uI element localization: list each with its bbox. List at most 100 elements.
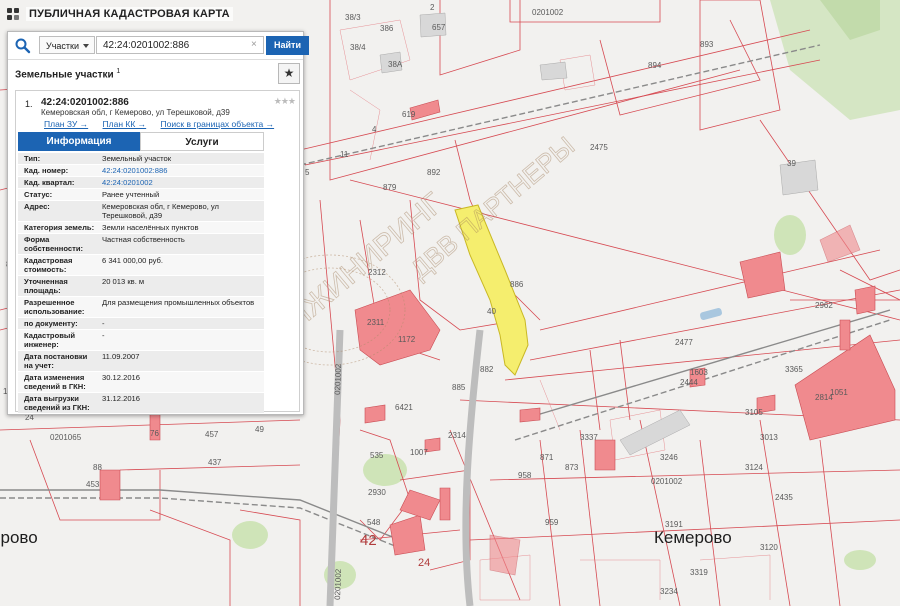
parcel-number-label: 2312 — [368, 268, 386, 277]
parcel-number-label: 2477 — [675, 338, 693, 347]
info-row: Кадастровая стоимость: 6 341 000,00 руб. — [18, 255, 264, 276]
parcel-number-label: 882 — [480, 365, 494, 374]
info-row-key: Кад. номер: — [24, 166, 69, 175]
parcel-number-label: 386 — [380, 24, 394, 33]
info-row-value: - — [102, 319, 105, 328]
info-row: Дата постановки на учет: 11.09.2007 — [18, 351, 264, 372]
info-row-value: Кемеровская обл, г Кемерово, ул Терешков… — [102, 202, 219, 220]
info-row-value[interactable]: 42:24:0201002 — [100, 177, 264, 188]
result-address: Кемеровская обл, г Кемерово, ул Терешков… — [41, 108, 230, 117]
info-row-key: Дата изменения сведений в ГКН: — [24, 373, 86, 391]
info-row-key: Кадастровый инженер: — [24, 331, 76, 349]
parcel-number-label: 2444 — [680, 378, 698, 387]
info-row-key: Статус: — [24, 190, 53, 199]
result-index: 1. — [25, 99, 33, 109]
info-row: Тип: Земельный участок — [18, 153, 264, 165]
plan-kk-link[interactable]: План КК → — [103, 119, 147, 129]
find-button[interactable]: Найти — [266, 36, 309, 55]
parcel-number-label: 453 — [86, 480, 100, 489]
road-number-42: 42 — [360, 532, 377, 549]
info-row: Уточненная площадь: 20 013 кв. м — [18, 276, 264, 297]
info-row-value: Для размещения промышленных объектов — [102, 298, 255, 307]
parcel-number-label: 894 — [648, 61, 662, 70]
parcel-number-label: 619 — [402, 110, 416, 119]
parcel-number-label: 3319 — [690, 568, 708, 577]
info-row-key: Дата постановки на учет: — [24, 352, 88, 370]
results-title: Земельные участки 1 — [15, 68, 120, 80]
parcel-number-label: 88 — [93, 463, 102, 472]
city-label: Кемерово — [654, 528, 732, 547]
app-logo-icon[interactable] — [6, 7, 20, 21]
parcel-number-label: 39 — [787, 159, 796, 168]
parcel-number-label: 885 — [452, 383, 466, 392]
parcel-number-label: 3105 — [745, 408, 763, 417]
clear-icon[interactable]: × — [251, 39, 257, 50]
search-bar: Участки × Найти — [8, 32, 309, 60]
parcel-number-label: 2314 — [448, 431, 466, 440]
parcel-number-label: 11 — [340, 150, 349, 159]
info-table: Тип: Земельный участок Кад. номер: 42:24:02… — [18, 153, 264, 414]
parcel-number-label: 2962 — [815, 301, 833, 310]
road-shield-42: 42 — [360, 532, 377, 549]
info-row-value: 31.12.2016 — [102, 394, 141, 403]
info-row: Кад. квартал: 42:24:0201002 — [18, 177, 264, 189]
parcel-number-label: 6421 — [395, 403, 413, 412]
parcel-number-label: 873 — [565, 463, 579, 472]
info-row: Категория земель: Земли населённых пункто… — [18, 222, 264, 234]
info-row-key: Тип: — [24, 154, 41, 163]
parcel-number-label: 871 — [540, 453, 554, 462]
info-row: Дата изменения сведений в ГКН: 30.12.2016 — [18, 372, 264, 393]
rating-stars-icon[interactable]: ★★★ — [274, 96, 296, 107]
parcel-number-label: 3246 — [660, 453, 678, 462]
info-row: по документу: - — [18, 318, 264, 330]
results-count: 1 — [116, 68, 121, 75]
parcel-number-label: 457 — [205, 430, 219, 439]
parcel-number-label: 535 — [370, 451, 384, 460]
parcel-number-label: 3365 — [785, 365, 803, 374]
info-row-key: Разрешенное использование: — [24, 298, 85, 316]
object-type-select[interactable]: Участки — [39, 36, 95, 54]
quarter-label: 0201002 — [651, 477, 683, 486]
parcel-number-label: 2311 — [367, 318, 385, 327]
favorite-star-icon[interactable]: ★ — [278, 63, 300, 84]
parcel-number-label: 886 — [510, 280, 524, 289]
info-row-key: Кад. квартал: — [24, 178, 75, 187]
plan-zu-link[interactable]: План ЗУ → — [44, 119, 88, 129]
parcel-number-label: 2 — [430, 3, 435, 12]
parcel-number-label: 437 — [208, 458, 222, 467]
info-row-value: Ранее учтенный — [102, 190, 160, 199]
result-cadastral-number[interactable]: 42:24:0201002:886 — [41, 97, 129, 108]
info-row-key: Дата выгрузки сведений из ГКН: — [24, 394, 90, 412]
info-row: Дата выгрузки сведений из ГКН: 31.12.2016 — [18, 393, 264, 414]
parcel-number-label: 2930 — [368, 488, 386, 497]
parcel-number-label: 4 — [372, 125, 377, 134]
info-row-value[interactable]: 42:24:0201002:886 — [100, 165, 264, 176]
search-input[interactable] — [96, 36, 264, 54]
results-title-text: Земельные участки — [15, 69, 114, 81]
parcel-number-label: 959 — [545, 518, 559, 527]
info-row-value: Земельный участок — [102, 154, 172, 163]
tab-services[interactable]: Услуги — [140, 132, 264, 151]
parcel-number-label: 38/4 — [350, 43, 366, 52]
app-title: ПУБЛИЧНАЯ КАДАСТРОВАЯ КАРТА — [26, 7, 233, 21]
parcel-number-label: 2435 — [775, 493, 793, 502]
search-in-bounds-link[interactable]: Поиск в границах объекта → — [161, 119, 275, 129]
info-row-value: 30.12.2016 — [102, 373, 141, 382]
info-row: Кад. номер: 42:24:0201002:886 — [18, 165, 264, 177]
search-icon[interactable] — [14, 37, 31, 54]
info-row: Разрешенное использование: Для размещения… — [18, 297, 264, 318]
info-row: Адрес: Кемеровская обл, г Кемерово, ул Те… — [18, 201, 264, 222]
result-card[interactable]: 1. 42:24:0201002:886 Кемеровская обл, г … — [15, 90, 300, 414]
info-row-key: Категория земель: — [24, 223, 95, 232]
parcel-number-label: 3120 — [760, 543, 778, 552]
quarter-label: 0201065 — [50, 433, 82, 442]
city-label: Кемерово — [0, 528, 38, 547]
app-header: ПУБЛИЧНАЯ КАДАСТРОВАЯ КАРТА — [0, 0, 233, 28]
info-row-key: по документу: — [24, 319, 78, 328]
quarter-label: 0201002 — [333, 568, 343, 600]
parcel-number-label: 1603 — [690, 368, 708, 377]
parcel-number-label: 892 — [427, 168, 441, 177]
parcel-number-label: 548 — [367, 518, 381, 527]
info-row-key: Адрес: — [24, 202, 50, 211]
tab-information[interactable]: Информация — [18, 132, 140, 151]
